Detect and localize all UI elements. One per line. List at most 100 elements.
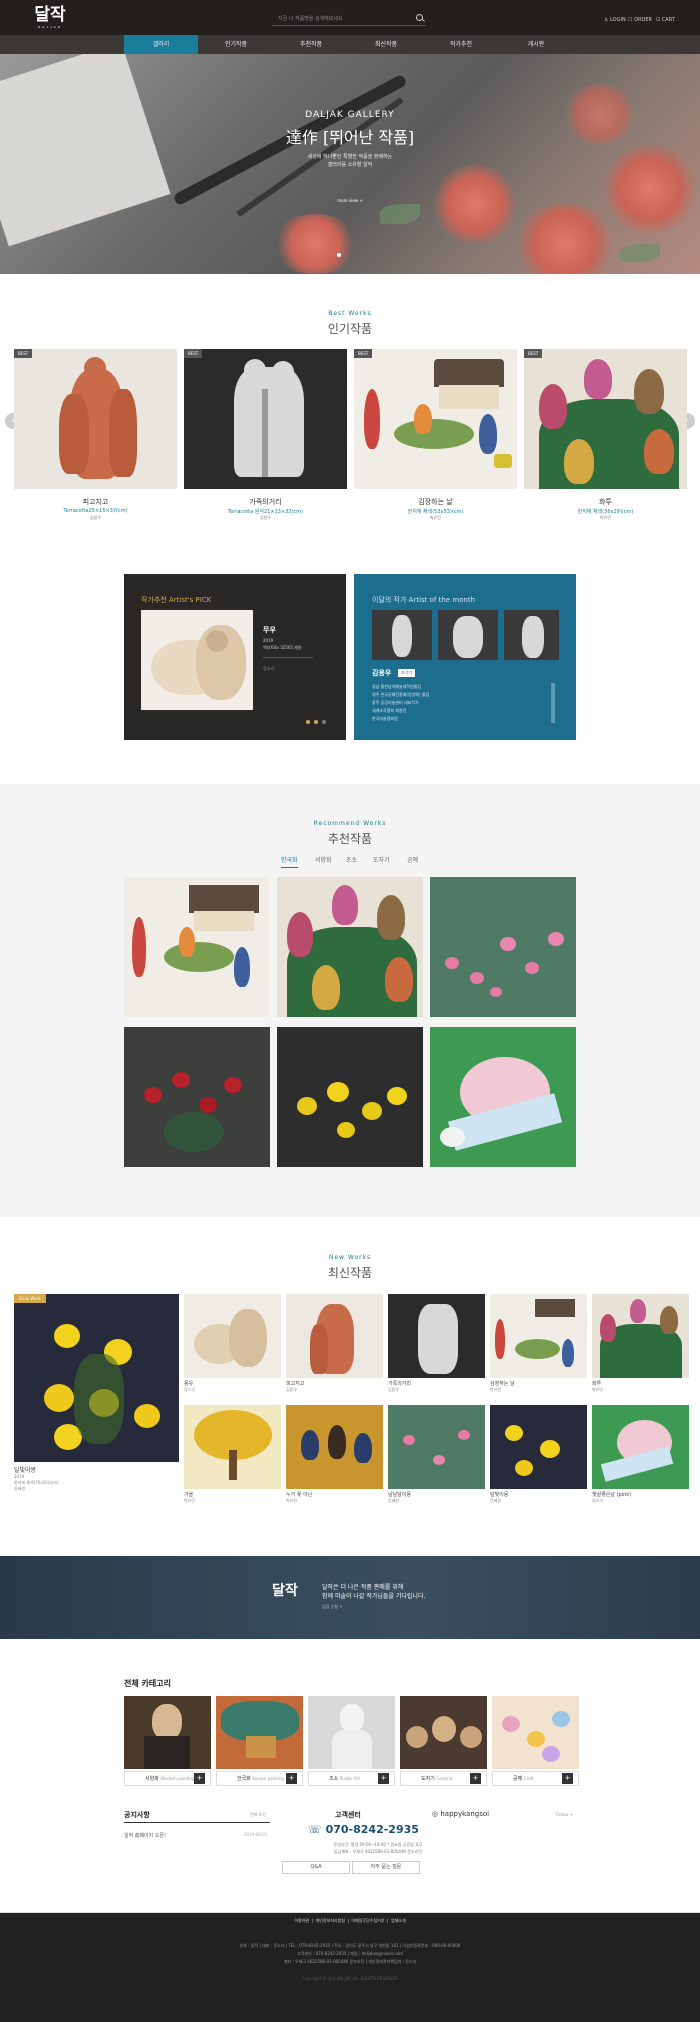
recommend-work-image[interactable] [277, 1027, 423, 1167]
tab-korean-painting[interactable]: 한국화 [281, 855, 298, 868]
recommend-work-image[interactable] [430, 877, 576, 1017]
new-work-image[interactable] [592, 1405, 689, 1489]
nav-item-best[interactable]: 인기작품 [199, 35, 273, 54]
best-work-image[interactable]: BEST [14, 349, 177, 489]
artist-pick-title: 작가추천 Artist's PICK [141, 596, 212, 604]
best-title[interactable]: 가족의거리 [184, 497, 347, 507]
best-title[interactable]: 김장하는 날 [354, 497, 517, 507]
order-link[interactable]: ☐ ORDER [628, 17, 652, 23]
pick-dot[interactable] [306, 720, 310, 724]
pick-divider [263, 657, 313, 658]
nav-item-board[interactable]: 게시판 [499, 35, 573, 54]
qa-button[interactable]: Q&A [282, 1861, 350, 1874]
footer [0, 1913, 700, 2022]
new-work-image[interactable] [388, 1405, 485, 1489]
best-badge: BEST [354, 349, 373, 358]
footer-link-terms[interactable]: 이용약관 [294, 1918, 309, 1923]
new-work-image[interactable] [592, 1294, 689, 1378]
leaf-image [620, 244, 660, 262]
site-logo[interactable]: 달작 DALJAK [30, 5, 70, 31]
best-artist: 김용우 [259, 515, 272, 520]
cs-phone[interactable]: ☏ 070-8242-2935 [308, 1823, 419, 1836]
search-icon[interactable] [416, 14, 423, 21]
month-artist-bio: 경남 홍천남자예술대학원졸업 경주 한국공예진흥회(동양화) 졸업 광주 공공미술센… [372, 684, 430, 721]
plus-icon[interactable]: + [470, 1773, 481, 1784]
pick-dot[interactable] [314, 720, 318, 724]
plus-icon[interactable]: + [562, 1773, 573, 1784]
instagram-follow[interactable]: Follow + [556, 1812, 573, 1817]
footer-link-about[interactable]: 업체소개 [391, 1918, 406, 1923]
hero-more-button[interactable]: more view + [325, 195, 375, 207]
best-meta: Terracotta 원석21×13×32(cm) [228, 509, 303, 515]
pick-dot[interactable] [322, 720, 326, 724]
tab-western-painting[interactable]: 서양화 [315, 855, 332, 864]
best-title[interactable]: 피고지고 [14, 497, 177, 507]
plus-icon[interactable]: + [286, 1773, 297, 1784]
new-work-image[interactable] [388, 1294, 485, 1378]
category-image-western[interactable] [124, 1696, 211, 1769]
tab-sculpture[interactable]: 조소 [346, 855, 357, 864]
new-work-image[interactable] [286, 1294, 383, 1378]
new-work-caption: 달빛이몽 윤혜원 [490, 1492, 509, 1503]
notice-item[interactable]: 일작 홈페이지 오픈! [124, 1832, 166, 1839]
nav-item-recommend[interactable]: 추천작품 [274, 35, 348, 54]
search-input[interactable]: 지금 너 작품명을 검색해보세요 [272, 13, 426, 26]
footer-link-email[interactable]: 이메일무단수집거부 [351, 1918, 384, 1923]
recommend-work-image[interactable] [430, 1027, 576, 1167]
recommend-work-image[interactable] [124, 1027, 270, 1167]
new-work-image[interactable] [286, 1405, 383, 1489]
category-image-craft[interactable] [492, 1696, 579, 1769]
month-artist-tag: 조각가 [398, 669, 416, 677]
new-work-caption: 누가 꽃 아닌 박유민 [286, 1492, 313, 1503]
recommend-work-image[interactable] [124, 877, 270, 1017]
plus-icon[interactable]: + [194, 1773, 205, 1784]
hero-description: 세상에 하나뿐인 특별한 작품을 판매하는 갤러리를 소유할 달작 [307, 154, 393, 168]
slider-dot[interactable] [337, 253, 341, 257]
footer-link-privacy[interactable]: 개인정보처리방침 [315, 1918, 344, 1923]
category-image-ceramic[interactable] [400, 1696, 487, 1769]
footer-links: 이용약관 | 개인정보처리방침 | 이메일무단수집거부 | 업체소개 [294, 1918, 406, 1923]
artist-month-image[interactable] [438, 610, 498, 660]
new-work-image[interactable] [490, 1294, 587, 1378]
new-work-image[interactable] [490, 1405, 587, 1489]
nav-item-artist[interactable]: 작가추천 [424, 35, 498, 54]
new-work-caption: 몽유 강소리 [184, 1381, 196, 1392]
new-work-image[interactable] [184, 1405, 281, 1489]
cs-title: 고객센터 [335, 1811, 361, 1819]
artist-month-image[interactable] [504, 610, 559, 660]
artist-month-image[interactable] [372, 610, 432, 660]
best-work-image[interactable]: BEST [524, 349, 687, 489]
cart-link[interactable]: ⊡ CART [656, 17, 675, 23]
tab-craft[interactable]: 공예 [407, 855, 418, 864]
artist-pick-image[interactable] [141, 610, 253, 710]
month-artist-name[interactable]: 김용우 [372, 668, 391, 678]
new-work-caption: 가을 박유민 [184, 1492, 196, 1503]
notice-more-link[interactable]: 전체 보기 [250, 1812, 266, 1818]
new-work-image[interactable] [184, 1294, 281, 1378]
scrollbar[interactable] [551, 683, 555, 723]
faq-button[interactable]: 자주 묻는 질문 [352, 1861, 420, 1874]
best-title[interactable]: 화투 [524, 497, 687, 507]
instagram-handle[interactable]: ◎ happykangsoi [432, 1810, 489, 1818]
category-title: 전체 카테고리 [124, 1679, 171, 1688]
nav-item-new[interactable]: 최신작품 [349, 35, 423, 54]
new-work-caption: 가족의거리 김용우 [388, 1381, 412, 1392]
pick-year: 2019 [263, 638, 274, 643]
banner-link[interactable]: 입점 신청 + [322, 1604, 343, 1610]
pick-work-title[interactable]: 무우 [263, 625, 276, 635]
tab-ceramic[interactable]: 도자기 [373, 855, 390, 864]
new-work-caption: 김장하는 날 박유민 [490, 1381, 515, 1392]
new-feature-caption: 달빛이몽 2019 한지에 채색(70x50)(cm) 윤혜원 [14, 1467, 59, 1492]
notice-date: 2019-08-01 [244, 1832, 268, 1837]
nav-item-gallery[interactable]: 갤러리 [124, 35, 198, 54]
best-artist: 박유민 [599, 515, 612, 520]
new-feature-image[interactable]: Daily Work [14, 1294, 179, 1462]
plus-icon[interactable]: + [378, 1773, 389, 1784]
best-work-image[interactable]: BEST [354, 349, 517, 489]
category-image-sculpture[interactable] [308, 1696, 395, 1769]
best-work-image[interactable]: BEST [184, 349, 347, 489]
category-image-korean[interactable] [216, 1696, 303, 1769]
new-section-en: New Works [328, 1254, 372, 1261]
recommend-work-image[interactable] [277, 877, 423, 1017]
login-link[interactable]: ♙ LOGIN [604, 17, 626, 23]
